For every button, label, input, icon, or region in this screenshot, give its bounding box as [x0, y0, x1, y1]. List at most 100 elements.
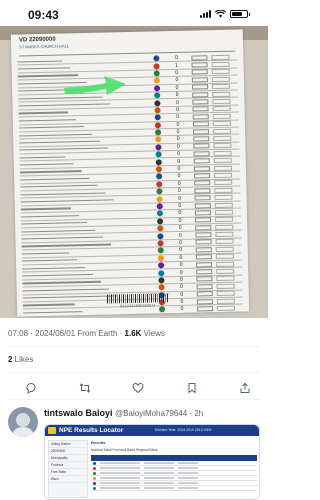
npe-side-row: Province	[49, 462, 87, 469]
ballot-vote-mark: 0	[178, 210, 182, 217]
ballot-party-name	[22, 280, 135, 284]
reply-display-name[interactable]: tintswalo Baloyi	[44, 408, 113, 418]
party-dot-icon	[93, 486, 96, 490]
ballot-party-abbr	[131, 140, 155, 141]
ballot-signature-box	[212, 120, 231, 127]
ballot-signature-box	[214, 202, 233, 208]
retweet-icon	[79, 383, 90, 393]
ballot-party-abbr	[134, 273, 158, 274]
tweet-photo[interactable]: VD 22090000 ST MARKS CHURCH HALL 0100000…	[0, 26, 268, 318]
ballot-party-name	[20, 176, 133, 181]
tweet-timestamp: 07:08 · 2024/06/01 From Earth ·	[8, 329, 125, 338]
retweet-button[interactable]	[78, 381, 92, 395]
likes-label: Likes	[12, 355, 34, 364]
share-button[interactable]	[238, 381, 252, 395]
ballot-party-name	[17, 58, 130, 63]
ballot-signature-box	[212, 91, 231, 97]
likes-link[interactable]: 2 Likes	[8, 355, 33, 364]
reply-header: tintswalo Baloyi @BaloyiMoha79644 · 2h	[44, 408, 203, 418]
ballot-party-abbr	[135, 310, 159, 311]
ballot-party-name	[21, 235, 134, 240]
ballot-signature-box	[213, 128, 232, 134]
party-logo-icon	[156, 210, 163, 217]
ballot-signature-box	[215, 216, 234, 223]
npe-side-row: Free State	[49, 469, 87, 476]
ballot-party-name	[17, 65, 130, 70]
party-logo-icon	[154, 99, 161, 106]
ballot-party-abbr	[130, 66, 154, 67]
reply-image[interactable]: NPE Results Locator Election Year: 2024 …	[44, 424, 260, 500]
ballot-box	[195, 247, 212, 253]
reply-button[interactable]	[24, 381, 38, 395]
reply-time: · 2h	[187, 409, 204, 418]
ballot-vote-mark: 0	[175, 92, 179, 99]
ballot-vote-mark: 0	[180, 306, 184, 313]
ballot-box	[197, 306, 214, 312]
ballot-signature-box	[213, 143, 232, 149]
ballot-party-name	[18, 102, 131, 107]
party-logo-icon	[154, 114, 161, 121]
ballot-party-name	[22, 265, 135, 270]
party-logo-icon	[154, 107, 161, 114]
ballot-vote-mark: 0	[177, 158, 181, 165]
ballot-vote-mark: 0	[175, 77, 179, 84]
npe-cell	[144, 462, 174, 464]
ballot-box	[195, 224, 212, 231]
party-logo-icon	[158, 269, 165, 276]
ballot-party-name	[21, 228, 134, 233]
ballot-box	[191, 77, 208, 83]
ballot-box	[194, 210, 211, 216]
ballot-signature-box	[213, 150, 232, 156]
ballot-box	[191, 54, 208, 61]
npe-cell	[100, 487, 140, 489]
ballot-box	[193, 143, 210, 149]
npe-cell	[144, 467, 174, 469]
ballot-vote-mark: 0	[180, 298, 184, 305]
party-logo-icon	[153, 62, 160, 70]
party-logo-icon	[153, 55, 160, 62]
ballot-vote-mark: 0	[179, 261, 183, 269]
ballot-box	[195, 232, 212, 238]
like-button[interactable]	[131, 381, 145, 395]
ballot-vote-mark: 0	[177, 195, 182, 202]
ballot-party-name	[19, 169, 132, 174]
ballot-party-name	[20, 206, 133, 211]
barcode	[106, 293, 169, 304]
ballot-party-name	[20, 213, 133, 218]
reply-handle[interactable]: @BaloyiMoha79644	[115, 409, 187, 418]
party-dot-icon	[93, 471, 96, 475]
avatar[interactable]	[8, 407, 38, 437]
ballot-party-abbr	[134, 251, 158, 252]
ballot-box	[196, 269, 213, 275]
ballot-vote-mark: 0	[175, 99, 180, 106]
divider	[8, 399, 260, 400]
ballot-party-abbr	[130, 96, 154, 97]
ballot-signature-box	[216, 298, 235, 304]
ballot-box	[192, 106, 209, 112]
ballot-party-abbr	[131, 118, 155, 119]
ballot-box	[194, 173, 211, 179]
divider	[8, 372, 260, 373]
ballot-vote-mark: 0	[177, 165, 181, 172]
ballot-box	[193, 136, 210, 142]
npe-cell	[178, 482, 198, 484]
npe-cell	[100, 477, 140, 479]
ballot-box	[194, 187, 211, 194]
ballot-box	[193, 165, 210, 172]
ballot-party-name	[20, 198, 133, 203]
battery-icon	[230, 10, 250, 18]
npe-ballot-options: National Ballot Provincial Ballot Region…	[91, 448, 158, 452]
tweet-action-bar	[24, 381, 252, 395]
npe-cell	[100, 482, 140, 484]
ballot-signature-box	[215, 231, 234, 238]
ballot-party-name	[21, 243, 134, 248]
party-logo-icon	[158, 284, 165, 291]
party-logo-icon	[156, 188, 163, 195]
npe-side-panel: Voting District 22090000 Municipality Provi…	[48, 440, 88, 498]
ballot-signature-box	[212, 113, 231, 119]
ballot-signature-box	[211, 61, 230, 68]
ballot-signature-box	[212, 98, 231, 105]
ballot-vote-mark: 0	[174, 55, 179, 62]
ballot-party-abbr	[134, 266, 158, 267]
bookmark-button[interactable]	[185, 381, 199, 395]
